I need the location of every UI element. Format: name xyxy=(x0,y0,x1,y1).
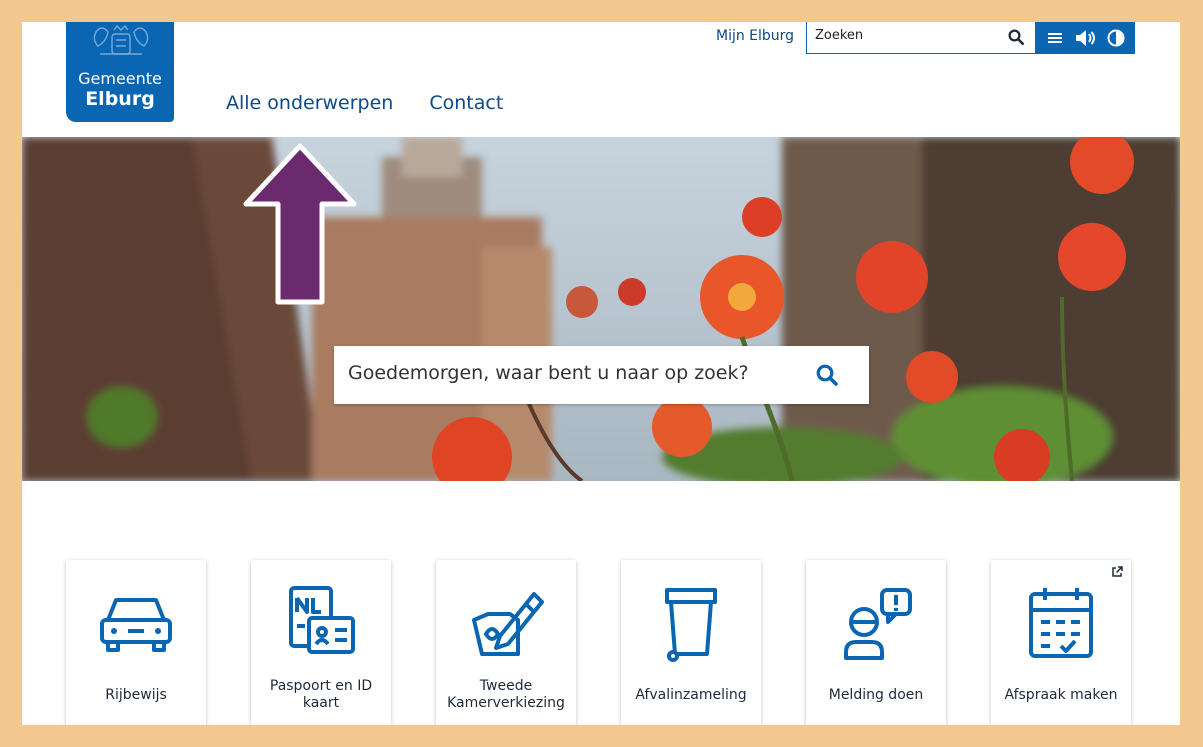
tile-melding-doen[interactable]: Melding doen xyxy=(806,560,946,725)
accessibility-toolbar xyxy=(1036,22,1135,54)
hero-banner xyxy=(22,137,1180,481)
hero-search-input[interactable] xyxy=(348,362,788,384)
passport-icon xyxy=(289,586,355,654)
menu-icon[interactable] xyxy=(1044,28,1066,48)
calendar-icon xyxy=(1029,588,1093,658)
main-navigation: Alle onderwerpen Contact xyxy=(226,92,503,114)
search-icon[interactable] xyxy=(815,363,839,387)
ballot-icon xyxy=(472,592,544,656)
logo-text-gemeente: Gemeente xyxy=(78,69,162,88)
header-search xyxy=(806,22,1036,54)
tile-paspoort[interactable]: Paspoort en ID kaart xyxy=(251,560,391,725)
tile-label: Afvalinzameling xyxy=(635,686,747,703)
annotation-arrow-icon xyxy=(243,143,357,305)
nav-alle-onderwerpen[interactable]: Alle onderwerpen xyxy=(226,92,393,114)
hero-photo xyxy=(22,137,1180,481)
site-logo[interactable]: Gemeente Elburg xyxy=(66,22,174,122)
tile-label: Melding doen xyxy=(828,686,924,703)
nav-contact[interactable]: Contact xyxy=(429,92,503,114)
page-frame: Gemeente Elburg Alle onderwerpen Contact… xyxy=(22,22,1180,725)
tile-label: Rijbewijs xyxy=(105,686,167,703)
speaker-icon[interactable] xyxy=(1074,28,1096,48)
report-icon xyxy=(844,588,912,660)
coat-of-arms-icon xyxy=(93,24,149,55)
search-icon[interactable] xyxy=(1007,28,1025,46)
tile-label: Paspoort en ID kaart xyxy=(269,678,373,711)
logo-text-elburg: Elburg xyxy=(85,88,155,110)
waste-bin-icon xyxy=(665,588,717,662)
tile-afvalinzameling[interactable]: Afvalinzameling xyxy=(621,560,761,725)
header-search-input[interactable] xyxy=(815,28,995,43)
quick-links: Rijbewijs Paspoort en ID kaart Tweede Ka… xyxy=(66,560,1146,725)
tile-afspraak-maken[interactable]: Afspraak maken xyxy=(991,560,1131,725)
tile-label: Tweede Kamerverkiezing xyxy=(447,678,565,711)
tile-label: Afspraak maken xyxy=(1004,686,1118,703)
tile-tweede-kamerverkiezing[interactable]: Tweede Kamerverkiezing xyxy=(436,560,576,725)
tile-rijbewijs[interactable]: Rijbewijs xyxy=(66,560,206,725)
external-link-icon xyxy=(1112,566,1123,577)
contrast-icon[interactable] xyxy=(1105,28,1127,48)
hero-search xyxy=(334,346,869,404)
car-icon xyxy=(100,598,172,652)
mijn-elburg-link[interactable]: Mijn Elburg xyxy=(716,28,794,44)
